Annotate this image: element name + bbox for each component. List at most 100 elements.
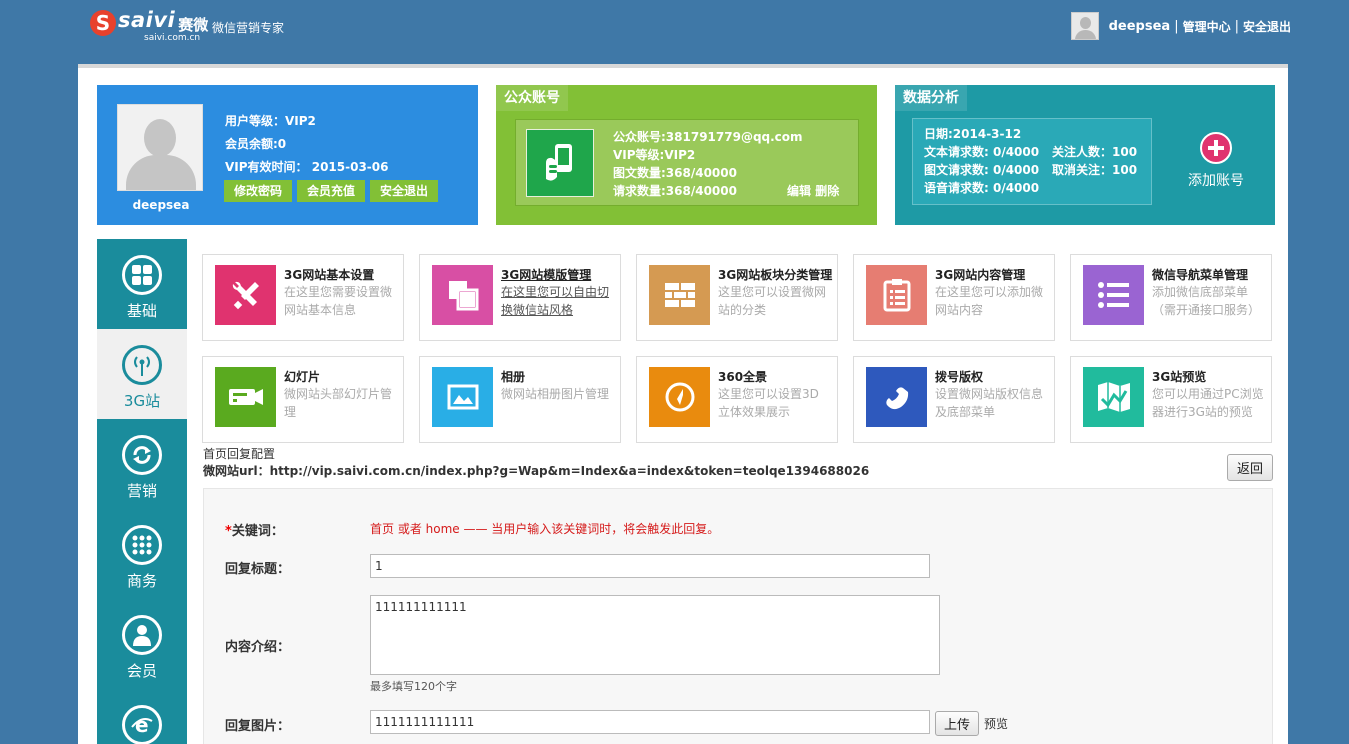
site-url: 微网站url：http://vip.saivi.com.cn/index.php… bbox=[203, 464, 870, 478]
intro-label: 内容介绍： bbox=[225, 640, 291, 655]
logout-link[interactable]: 安全退出 bbox=[1243, 18, 1291, 35]
map-icon bbox=[1083, 367, 1144, 427]
logo-mark: S bbox=[90, 10, 116, 36]
recharge-button[interactable]: 会员充值 bbox=[297, 180, 366, 202]
sidebar-item-label: 基础 bbox=[126, 302, 157, 320]
edit-link[interactable]: 编辑 bbox=[787, 184, 811, 198]
module-desc: 您可以用通过PC浏览器进行3G站的预览 bbox=[1152, 387, 1264, 419]
module-desc: 微网站相册图片管理 bbox=[501, 387, 610, 401]
main-container: deepsea 用户等级：VIP2 会员余额:0 VIP有效时间： 2015-0… bbox=[78, 64, 1288, 744]
logo[interactable]: S saivi 赛微 saivi.com.cn 微信营销专家 bbox=[90, 8, 284, 48]
preview-link[interactable]: 预览 bbox=[984, 715, 1008, 732]
module-desc: 这里您可以设置微网站的分类 bbox=[718, 285, 827, 317]
logo-word: saivi bbox=[118, 8, 176, 32]
module-title: 幻灯片 bbox=[284, 370, 321, 384]
stat-date: 日期:2014-3-12 bbox=[924, 127, 1022, 141]
antenna-icon bbox=[122, 345, 162, 385]
reply-image-input[interactable] bbox=[370, 710, 930, 734]
slogan: 微信营销专家 bbox=[212, 21, 285, 35]
profile-buttons: 修改密码 会员充值 安全退出 bbox=[224, 180, 443, 202]
sidebar-item-label: 会员 bbox=[126, 662, 157, 680]
stat-voice-requests: 语音请求数: 0/4000 bbox=[924, 181, 1040, 195]
module-desc: 设置微网站版权信息及底部菜单 bbox=[935, 387, 1044, 419]
upload-button[interactable]: 上传 bbox=[935, 711, 979, 736]
admin-center-link[interactable]: 管理中心 bbox=[1183, 18, 1231, 35]
module-desc: 在这里您可以自由切换微信站风格 bbox=[501, 285, 610, 317]
delete-link[interactable]: 删除 bbox=[815, 184, 839, 198]
voice-row: 语音请求数: 0/4000 bbox=[924, 179, 1039, 197]
phone-icon bbox=[866, 367, 927, 427]
analytics-panel: 数据分析 日期:2014-3-12 文本请求数: 0/4000 关注人数：100 … bbox=[895, 85, 1275, 225]
requests-count: 请求数量:368/40000 bbox=[613, 184, 737, 198]
module-site-templates[interactable]: 3G网站模版管理 在这里您可以自由切换微信站风格 bbox=[419, 254, 621, 341]
plus-icon bbox=[1200, 132, 1232, 164]
sidebar-item-basic[interactable]: 基础 bbox=[97, 239, 187, 329]
intro-textarea[interactable]: 111111111111 bbox=[370, 595, 940, 675]
sidebar-item-business[interactable]: 商务 bbox=[97, 509, 187, 599]
list-icon bbox=[1083, 265, 1144, 325]
sidebar-item-member[interactable]: 会员 bbox=[97, 599, 187, 689]
module-desc: 添加微信底部菜单（需开通接口服务） bbox=[1152, 285, 1261, 317]
account-panel-title: 公众账号 bbox=[496, 85, 568, 111]
user-menu: deepsea | 管理中心 | 安全退出 bbox=[1070, 12, 1291, 40]
person-icon bbox=[122, 615, 162, 655]
separator: | bbox=[1174, 18, 1179, 34]
projector-icon bbox=[215, 367, 276, 427]
sidebar-item-label: 3G站 bbox=[123, 392, 161, 410]
keyword-hint: 首页 或者 home —— 当用户输入该关键词时，将会触发此回复。 bbox=[370, 522, 720, 536]
module-site-categories[interactable]: 3G网站板块分类管理 这里您可以设置微网站的分类 bbox=[636, 254, 838, 341]
date-row: 日期:2014-3-12 bbox=[924, 125, 1039, 143]
module-desc: 在这里您需要设置微网站基本信息 bbox=[284, 285, 393, 317]
account-info: 公众账号:381791779@qq.com VIP等级:VIP2 图文数量:36… bbox=[613, 128, 803, 200]
separator: | bbox=[1234, 18, 1239, 34]
sidebar-item-3g-site[interactable]: 3G站 bbox=[97, 329, 187, 419]
top-bar: S saivi 赛微 saivi.com.cn 微信营销专家 deepsea |… bbox=[0, 0, 1349, 60]
module-slideshow[interactable]: 幻灯片 微网站头部幻灯片管理 bbox=[202, 356, 404, 443]
sidebar-item-marketing[interactable]: 营销 bbox=[97, 419, 187, 509]
change-password-button[interactable]: 修改密码 bbox=[224, 180, 293, 202]
vip-level: VIP等级:VIP2 bbox=[613, 148, 696, 162]
profile-avatar bbox=[117, 104, 203, 191]
user-level: 用户等级：VIP2 bbox=[225, 114, 316, 128]
avatar[interactable] bbox=[1070, 12, 1099, 40]
picture-icon bbox=[432, 367, 493, 427]
module-photo-album[interactable]: 相册 微网站相册图片管理 bbox=[419, 356, 621, 443]
reply-image-label: 回复图片： bbox=[225, 719, 291, 734]
module-dial-copyright[interactable]: 拨号版权 设置微网站版权信息及底部菜单 bbox=[853, 356, 1055, 443]
module-360-panorama[interactable]: 360全景 这里您可以设置3D立体效果展示 bbox=[636, 356, 838, 443]
svg-text:e: e bbox=[135, 713, 149, 737]
module-title: 3G网站板块分类管理 bbox=[718, 268, 833, 282]
sidebar-item-browser[interactable]: e bbox=[97, 689, 187, 744]
stat-unfollows: 取消关注：100 bbox=[1052, 163, 1138, 177]
dots-icon bbox=[122, 525, 162, 565]
add-account-label: 添加账号 bbox=[1188, 173, 1244, 189]
sidebar: 基础 3G站 营销 商务 会员 e bbox=[97, 239, 187, 744]
account-panel: 公众账号 公众账号:381791779@qq.com VIP等级:VIP2 图文… bbox=[496, 85, 877, 225]
module-3g-preview[interactable]: 3G站预览 您可以用通过PC浏览器进行3G站的预览 bbox=[1070, 356, 1272, 443]
image-row: 图文请求数: 0/4000 取消关注：100 bbox=[924, 161, 1137, 179]
module-title: 3G网站内容管理 bbox=[935, 268, 1026, 282]
compass-icon bbox=[649, 367, 710, 427]
hand-phone-icon bbox=[526, 129, 594, 197]
tools-icon bbox=[215, 265, 276, 325]
config-title: 首页回复配置 bbox=[203, 447, 276, 461]
stat-image-requests: 图文请求数: 0/4000 bbox=[924, 163, 1040, 177]
browser-icon: e bbox=[122, 705, 162, 744]
profile-info: 用户等级：VIP2 会员余额:0 VIP有效时间： 2015-03-06 bbox=[225, 110, 388, 179]
member-balance: 会员余额:0 bbox=[225, 137, 287, 151]
account-actions: 编辑 删除 bbox=[787, 182, 839, 199]
profile-panel: deepsea 用户等级：VIP2 会员余额:0 VIP有效时间： 2015-0… bbox=[97, 85, 478, 225]
analytics-stats: 日期:2014-3-12 文本请求数: 0/4000 关注人数：100 图文请求数… bbox=[924, 125, 1137, 197]
reply-title-input[interactable] bbox=[370, 554, 930, 578]
clipboard-icon bbox=[866, 265, 927, 325]
template-icon bbox=[432, 265, 493, 325]
analytics-card: 日期:2014-3-12 文本请求数: 0/4000 关注人数：100 图文请求数… bbox=[912, 118, 1152, 205]
module-site-content[interactable]: 3G网站内容管理 在这里您可以添加微网站内容 bbox=[853, 254, 1055, 341]
add-account-button[interactable]: 添加账号 bbox=[1186, 132, 1246, 190]
logout-button[interactable]: 安全退出 bbox=[370, 180, 439, 202]
back-button[interactable]: 返回 bbox=[1227, 454, 1273, 481]
intro-hint: 最多填写120个字 bbox=[370, 680, 457, 693]
articles-count: 图文数量:368/40000 bbox=[613, 166, 737, 180]
module-site-basic-settings[interactable]: 3G网站基本设置 在这里您需要设置微网站基本信息 bbox=[202, 254, 404, 341]
module-wechat-nav-menu[interactable]: 微信导航菜单管理 添加微信底部菜单（需开通接口服务） bbox=[1070, 254, 1272, 341]
